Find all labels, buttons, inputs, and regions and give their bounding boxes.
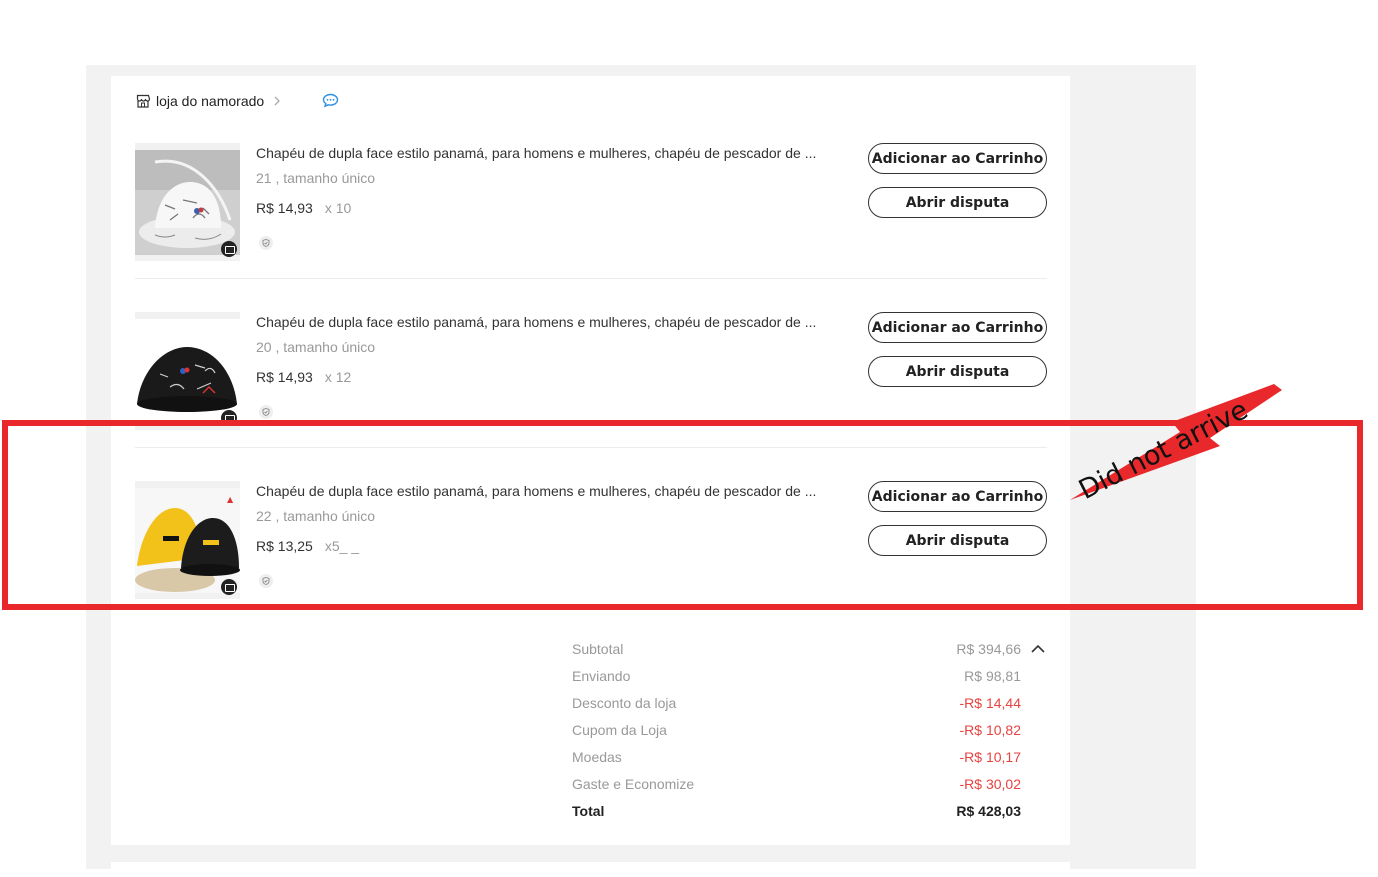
item-variant: 21 , tamanho único [256, 170, 376, 186]
shield-icon [259, 236, 273, 250]
summary-label: Enviando [572, 668, 631, 684]
item-divider [135, 278, 1047, 279]
order-summary: Subtotal R$ 394,66 Enviando R$ 98,81 Des… [572, 641, 1047, 830]
chevron-right-icon [274, 96, 281, 106]
summary-value: R$ 98,81 [964, 668, 1021, 684]
item-title[interactable]: Chapéu de dupla face estilo panamá, para… [256, 314, 846, 330]
summary-value: R$ 394,66 [956, 641, 1021, 657]
summary-row-store-discount: Desconto da loja -R$ 14,44 [572, 695, 1047, 722]
add-to-cart-button[interactable]: Adicionar ao Carrinho [868, 312, 1047, 343]
summary-value: -R$ 14,44 [959, 695, 1021, 711]
item-quantity: x 12 [324, 369, 352, 385]
item-quantity: x 10 [324, 200, 352, 216]
item-price: R$ 14,93 [256, 369, 313, 385]
next-card [111, 862, 1070, 877]
product-image[interactable] [135, 143, 240, 261]
summary-value: -R$ 10,17 [959, 749, 1021, 765]
chat-icon[interactable] [322, 93, 339, 108]
order-item: Chapéu de dupla face estilo panamá, para… [135, 312, 1047, 430]
summary-value: -R$ 30,02 [959, 776, 1021, 792]
summary-label: Gaste e Economize [572, 776, 695, 792]
summary-row-coins: Moedas -R$ 10,17 [572, 749, 1047, 776]
summary-label: Subtotal [572, 641, 624, 657]
product-photo [135, 150, 240, 255]
item-price-row: R$ 14,93 x 12 [256, 369, 351, 385]
summary-row-spend-save: Gaste e Economize -R$ 30,02 [572, 776, 1047, 803]
item-title[interactable]: Chapéu de dupla face estilo panamá, para… [256, 145, 846, 161]
store-icon [136, 94, 150, 108]
chevron-up-icon[interactable] [1030, 644, 1046, 654]
summary-value: -R$ 10,82 [959, 722, 1021, 738]
summary-label: Cupom da Loja [572, 722, 667, 738]
summary-row-shipping: Enviando R$ 98,81 [572, 668, 1047, 695]
product-image[interactable] [135, 312, 240, 430]
summary-label: Moedas [572, 749, 622, 765]
store-name[interactable]: loja do namorado [156, 93, 264, 109]
summary-label: Total [572, 803, 605, 819]
item-price-row: R$ 14,93 x 10 [256, 200, 351, 216]
shield-icon [259, 405, 273, 419]
order-item: Chapéu de dupla face estilo panamá, para… [135, 143, 1047, 261]
summary-label: Desconto da loja [572, 695, 677, 711]
summary-value: R$ 428,03 [956, 803, 1021, 819]
item-variant: 20 , tamanho único [256, 339, 376, 355]
summary-row-total: Total R$ 428,03 [572, 803, 1047, 830]
summary-row-subtotal: Subtotal R$ 394,66 [572, 641, 1047, 668]
product-photo [135, 319, 240, 424]
header-area [86, 7, 1290, 65]
store-link[interactable]: loja do namorado [136, 90, 282, 112]
add-to-cart-button[interactable]: Adicionar ao Carrinho [868, 143, 1047, 174]
summary-row-store-coupon: Cupom da Loja -R$ 10,82 [572, 722, 1047, 749]
open-dispute-button[interactable]: Abrir disputa [868, 356, 1047, 387]
open-dispute-button[interactable]: Abrir disputa [868, 187, 1047, 218]
camera-icon [221, 241, 237, 257]
item-price: R$ 14,93 [256, 200, 313, 216]
